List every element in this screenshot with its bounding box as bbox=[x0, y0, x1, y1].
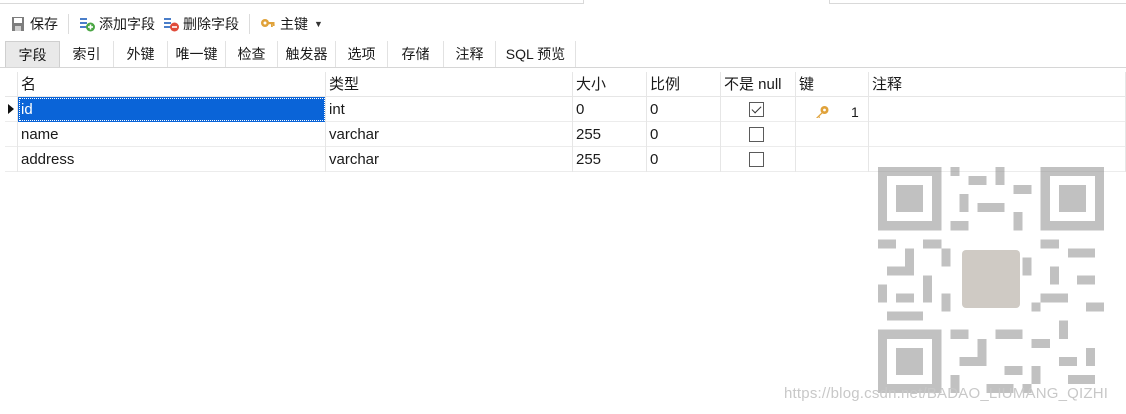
key-icon bbox=[260, 16, 276, 32]
grid-header: 名 类型 大小 比例 不是 null 键 注释 bbox=[5, 72, 1126, 97]
field-size-cell[interactable]: 255 bbox=[573, 122, 647, 147]
row-selector[interactable] bbox=[5, 122, 18, 147]
tab-divider bbox=[0, 67, 1126, 68]
tab-label: 索引 bbox=[72, 46, 101, 62]
tab-indexes[interactable]: 索引 bbox=[60, 41, 114, 67]
toolbar-divider bbox=[249, 14, 250, 34]
tab-label: 选项 bbox=[347, 46, 376, 62]
column-header-not-null[interactable]: 不是 null bbox=[721, 72, 796, 97]
not-null-cell bbox=[721, 147, 796, 172]
row-selector[interactable] bbox=[5, 147, 18, 172]
watermark-text: https://blog.csdn.net/BADAO_LIUMANG_QIZH… bbox=[784, 385, 1109, 402]
table-row[interactable]: name varchar 255 0 bbox=[5, 122, 1126, 147]
column-header-comment[interactable]: 注释 bbox=[869, 72, 1126, 97]
primary-key-label: 主键 bbox=[280, 16, 308, 32]
delete-field-icon bbox=[163, 16, 179, 32]
key-order: 1 bbox=[851, 104, 859, 120]
column-header-size[interactable]: 大小 bbox=[573, 72, 647, 97]
tab-triggers[interactable]: 触发器 bbox=[278, 41, 336, 67]
key-cell[interactable]: 1 bbox=[796, 97, 869, 122]
column-header-key[interactable]: 键 bbox=[796, 72, 869, 97]
add-field-icon bbox=[79, 16, 95, 32]
field-name-cell[interactable]: name bbox=[18, 122, 326, 147]
field-scale-cell[interactable]: 0 bbox=[647, 122, 721, 147]
tab-bar: 字段 索引 外键 唯一键 检查 触发器 选项 存储 注释 SQL 预览 bbox=[5, 41, 576, 67]
tab-label: 外键 bbox=[126, 46, 155, 62]
tab-label: 存储 bbox=[401, 46, 430, 62]
tab-strip-right bbox=[829, 0, 1126, 4]
key-icon: 1 bbox=[814, 102, 859, 120]
row-selector[interactable] bbox=[5, 97, 18, 122]
tab-label: 注释 bbox=[455, 46, 484, 62]
add-field-button[interactable]: 添加字段 bbox=[75, 11, 159, 37]
tab-options[interactable]: 选项 bbox=[336, 41, 388, 67]
tab-unique-keys[interactable]: 唯一键 bbox=[168, 41, 226, 67]
tab-foreign-keys[interactable]: 外键 bbox=[114, 41, 168, 67]
field-scale-cell[interactable]: 0 bbox=[647, 97, 721, 122]
tab-fields[interactable]: 字段 bbox=[5, 41, 60, 67]
field-comment-cell[interactable] bbox=[869, 97, 1126, 122]
table-row[interactable]: id int 0 0 1 bbox=[5, 97, 1126, 122]
toolbar-divider bbox=[68, 14, 69, 34]
tab-label: SQL 预览 bbox=[505, 46, 566, 62]
delete-field-label: 删除字段 bbox=[183, 16, 239, 32]
qr-avatar-image bbox=[962, 250, 1020, 308]
toolbar: 保存 添加字段 删除字段 主键 ▼ bbox=[0, 10, 1126, 38]
not-null-cell bbox=[721, 122, 796, 147]
tab-label: 触发器 bbox=[285, 46, 328, 62]
tab-sql-preview[interactable]: SQL 预览 bbox=[496, 41, 576, 67]
field-scale-cell[interactable]: 0 bbox=[647, 147, 721, 172]
chevron-down-icon[interactable]: ▼ bbox=[314, 19, 323, 29]
save-label: 保存 bbox=[30, 16, 58, 32]
field-type-cell[interactable]: varchar bbox=[326, 122, 573, 147]
save-icon bbox=[10, 16, 26, 32]
tab-checks[interactable]: 检查 bbox=[226, 41, 278, 67]
field-size-cell[interactable]: 0 bbox=[573, 97, 647, 122]
field-name-cell[interactable]: id bbox=[18, 97, 326, 122]
column-header-scale[interactable]: 比例 bbox=[647, 72, 721, 97]
fields-grid: 名 类型 大小 比例 不是 null 键 注释 id int 0 0 1 nam… bbox=[5, 72, 1126, 172]
column-header-type[interactable]: 类型 bbox=[326, 72, 573, 97]
add-field-label: 添加字段 bbox=[99, 16, 155, 32]
tab-strip-left bbox=[0, 0, 584, 4]
save-button[interactable]: 保存 bbox=[6, 11, 62, 37]
key-cell[interactable] bbox=[796, 122, 869, 147]
field-comment-cell[interactable] bbox=[869, 122, 1126, 147]
tab-storage[interactable]: 存储 bbox=[388, 41, 444, 67]
column-header-name[interactable]: 名 bbox=[18, 72, 326, 97]
current-row-icon bbox=[8, 104, 14, 114]
window-top-edge bbox=[0, 0, 1126, 6]
not-null-checkbox[interactable] bbox=[749, 152, 764, 167]
key-cell[interactable] bbox=[796, 147, 869, 172]
not-null-cell bbox=[721, 97, 796, 122]
not-null-checkbox[interactable] bbox=[749, 127, 764, 142]
delete-field-button[interactable]: 删除字段 bbox=[159, 11, 243, 37]
field-size-cell[interactable]: 255 bbox=[573, 147, 647, 172]
tab-label: 检查 bbox=[237, 46, 266, 62]
field-type-cell[interactable]: int bbox=[326, 97, 573, 122]
primary-key-button[interactable]: 主键 ▼ bbox=[256, 11, 327, 37]
not-null-checkbox[interactable] bbox=[749, 102, 764, 117]
tab-comment[interactable]: 注释 bbox=[444, 41, 496, 67]
tab-label: 唯一键 bbox=[175, 46, 218, 62]
tab-label: 字段 bbox=[18, 46, 47, 63]
field-name-cell[interactable]: address bbox=[18, 147, 326, 172]
row-header-corner bbox=[5, 72, 18, 97]
field-type-cell[interactable]: varchar bbox=[326, 147, 573, 172]
